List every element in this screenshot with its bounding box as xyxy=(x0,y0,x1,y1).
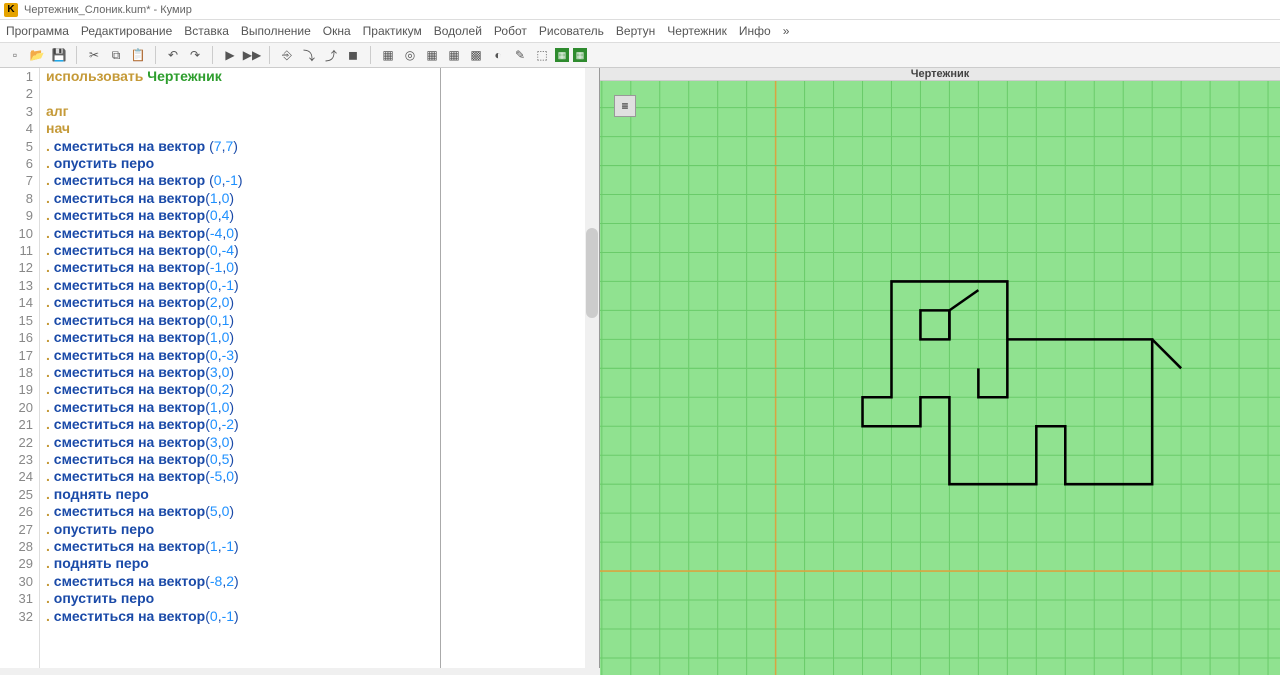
tool-1-icon[interactable]: ▦ xyxy=(379,46,397,64)
save-file-icon[interactable]: 💾 xyxy=(50,46,68,64)
separator xyxy=(76,46,77,64)
separator xyxy=(370,46,371,64)
run-fast-icon[interactable]: ▶▶ xyxy=(243,46,261,64)
redo-icon[interactable]: ↷ xyxy=(186,46,204,64)
scrollbar-thumb[interactable] xyxy=(586,228,598,318)
menu-bar: Программа Редактирование Вставка Выполнение… xyxy=(0,20,1280,42)
drawer-panel: Чертежник ≡ xyxy=(600,68,1280,668)
tool-8-icon[interactable]: ⬚ xyxy=(533,46,551,64)
paste-icon[interactable]: 📋 xyxy=(129,46,147,64)
toolbar: ▫ 📂 💾 ✂ ⧉ 📋 ↶ ↷ ▶ ▶▶ ⎆ ⤵ ⤴ ◼ ▦ ◎ ▦ ▦ ▩ ◐… xyxy=(0,42,1280,68)
separator xyxy=(155,46,156,64)
step-into-icon[interactable]: ⤵ xyxy=(300,46,318,64)
tool-2-icon[interactable]: ◎ xyxy=(401,46,419,64)
drawing-canvas[interactable] xyxy=(600,81,1280,675)
new-file-icon[interactable]: ▫ xyxy=(6,46,24,64)
tool-green-1-icon[interactable]: ▦ xyxy=(555,48,569,62)
cut-icon[interactable]: ✂ xyxy=(85,46,103,64)
menu-8[interactable]: Рисователь xyxy=(539,24,604,38)
step-out-icon[interactable]: ⤴ xyxy=(322,46,340,64)
open-file-icon[interactable]: 📂 xyxy=(28,46,46,64)
menu-12[interactable]: » xyxy=(783,24,790,38)
run-icon[interactable]: ▶ xyxy=(221,46,239,64)
tool-green-2-icon[interactable]: ▦ xyxy=(573,48,587,62)
undo-icon[interactable]: ↶ xyxy=(164,46,182,64)
tool-4-icon[interactable]: ▦ xyxy=(445,46,463,64)
drawing-canvas-wrap: ≡ xyxy=(600,81,1280,675)
menu-5[interactable]: Практикум xyxy=(363,24,422,38)
menu-9[interactable]: Вертун xyxy=(616,24,655,38)
canvas-menu-button[interactable]: ≡ xyxy=(614,95,636,117)
drawer-title: Чертежник xyxy=(600,68,1280,81)
stop-icon[interactable]: ◼ xyxy=(344,46,362,64)
menu-0[interactable]: Программа xyxy=(6,24,69,38)
menu-1[interactable]: Редактирование xyxy=(81,24,172,38)
app-icon: K xyxy=(4,3,18,17)
code-editor[interactable]: 1234567891011121314151617181920212223242… xyxy=(0,68,600,668)
menu-4[interactable]: Окна xyxy=(323,24,351,38)
copy-icon[interactable]: ⧉ xyxy=(107,46,125,64)
scrollbar-track[interactable] xyxy=(585,68,599,668)
line-gutter: 1234567891011121314151617181920212223242… xyxy=(0,68,40,668)
tool-5-icon[interactable]: ▩ xyxy=(467,46,485,64)
menu-3[interactable]: Выполнение xyxy=(241,24,311,38)
separator xyxy=(269,46,270,64)
step-icon[interactable]: ⎆ xyxy=(278,46,296,64)
title-bar: K Чертежник_Слоник.kum* - Кумир xyxy=(0,0,1280,20)
menu-2[interactable]: Вставка xyxy=(184,24,229,38)
inner-separator xyxy=(440,68,441,668)
menu-6[interactable]: Водолей xyxy=(434,24,482,38)
tool-7-icon[interactable]: ✎ xyxy=(511,46,529,64)
separator xyxy=(212,46,213,64)
tool-3-icon[interactable]: ▦ xyxy=(423,46,441,64)
menu-10[interactable]: Чертежник xyxy=(667,24,727,38)
window-title: Чертежник_Слоник.kum* - Кумир xyxy=(24,4,192,16)
menu-7[interactable]: Робот xyxy=(494,24,527,38)
tool-6-icon[interactable]: ◐ xyxy=(489,46,507,64)
menu-11[interactable]: Инфо xyxy=(739,24,771,38)
